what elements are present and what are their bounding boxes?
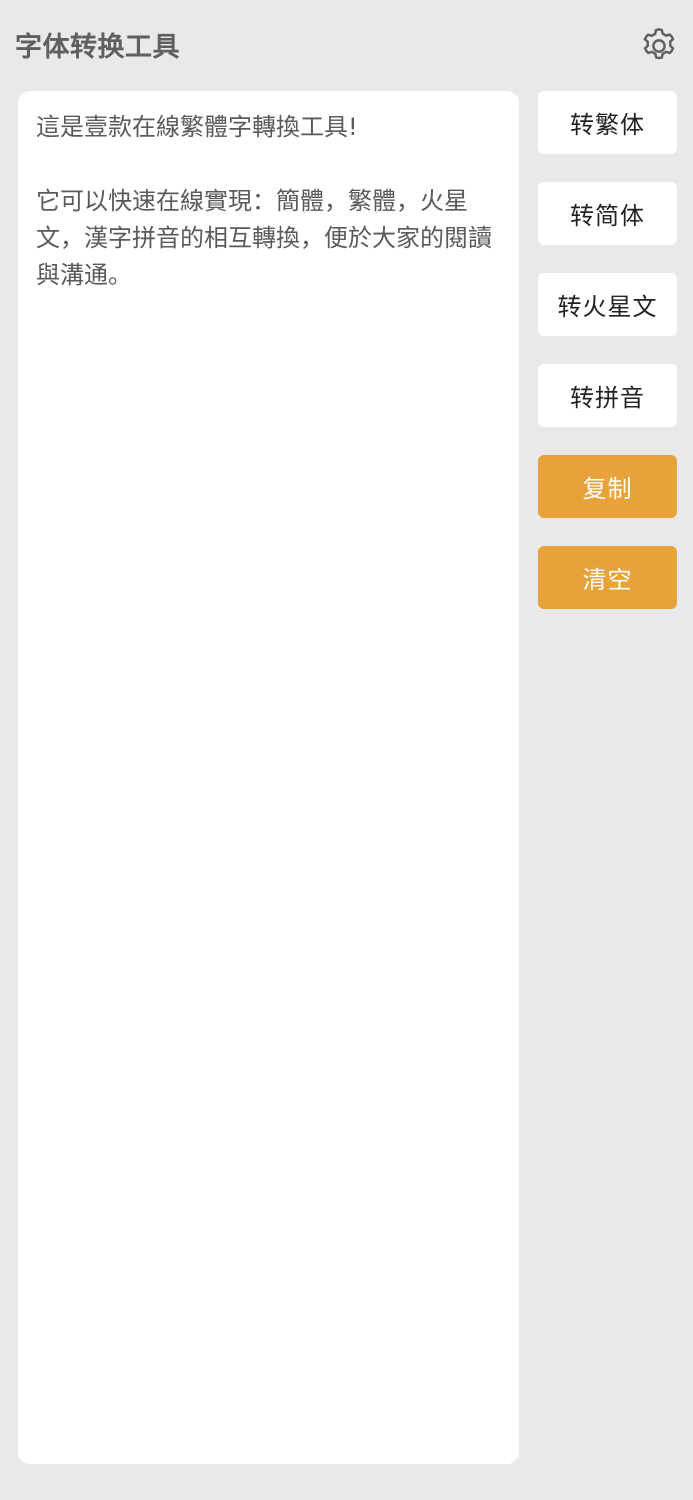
text-editor-panel[interactable]: 這是壹款在線繁體字轉換工具! 它可以快速在線實現：簡體，繁體，火星文，漢字拼音的… xyxy=(18,91,519,1464)
text-editor[interactable]: 這是壹款在線繁體字轉換工具! 它可以快速在線實現：簡體，繁體，火星文，漢字拼音的… xyxy=(36,109,501,1446)
settings-button[interactable] xyxy=(638,25,680,67)
action-buttons: 转繁体 转简体 转火星文 转拼音 复制 清空 xyxy=(538,91,677,637)
page-title: 字体转换工具 xyxy=(15,32,180,63)
copy-button[interactable]: 复制 xyxy=(538,455,677,518)
app-header: 字体转换工具 xyxy=(0,0,693,90)
to-simplified-button[interactable]: 转简体 xyxy=(538,182,677,245)
to-pinyin-button[interactable]: 转拼音 xyxy=(538,364,677,427)
gear-icon xyxy=(643,28,675,60)
clear-button[interactable]: 清空 xyxy=(538,546,677,609)
to-martian-button[interactable]: 转火星文 xyxy=(538,273,677,336)
to-traditional-button[interactable]: 转繁体 xyxy=(538,91,677,154)
